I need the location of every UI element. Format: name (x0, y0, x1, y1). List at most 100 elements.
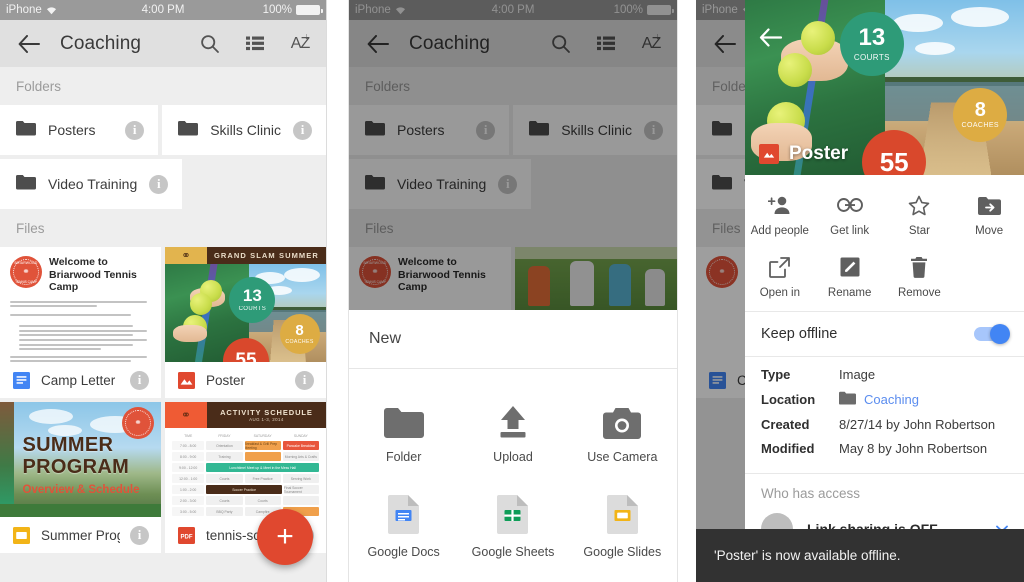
file-name: Summer Progr… (41, 527, 120, 543)
schedule-cell: Soccer Practice (206, 485, 282, 494)
google-sheets-icon (497, 492, 529, 534)
file-thumbnail: ⚭ ACTIVITY SCHEDULE AUG 1-3, 2014 TIME F… (165, 402, 326, 517)
camera-icon (603, 397, 642, 439)
keep-offline-toggle[interactable] (974, 324, 1010, 344)
keep-offline-label: Keep offline (761, 326, 838, 342)
metadata-key: Location (761, 392, 816, 407)
folder-icon (383, 397, 424, 439)
battery-percent-label: 100% (262, 4, 292, 16)
new-fab-button[interactable]: + (257, 509, 313, 565)
schedule-cell: Orientation (206, 441, 243, 450)
info-button[interactable]: i (293, 120, 312, 140)
three-panel-screenshot: iPhone 4:00 PM 100% Coaching AZ ↓ Folder… (0, 0, 1024, 582)
schedule-row: 9:00 - 12:00 Lunchtime! Meet up & Meet i… (172, 463, 319, 472)
schedule-time: 7:00 - 8:00 (172, 441, 205, 450)
badge-number: 8 (295, 321, 304, 339)
metadata-key: Modified (761, 441, 815, 456)
new-sheet-grid: Folder Upload Use Camera Google Docs Goo… (349, 369, 677, 582)
link-icon (836, 193, 863, 217)
folder-row: Video Training i (0, 159, 326, 209)
new-item-google-sheets[interactable]: Google Sheets (458, 478, 567, 573)
svg-text:PDF: PDF (181, 534, 193, 540)
schedule-time: 3:00 - 5:00 (172, 507, 205, 516)
info-button[interactable]: i (149, 174, 169, 194)
poster-banner-text: GRAND SLAM SUMMER (206, 247, 326, 264)
metadata-key: Type (761, 367, 791, 382)
schedule-cell: Morning Arts & Crafts (282, 452, 319, 461)
schedule-cell (282, 496, 319, 505)
sort-az-icon[interactable]: AZ ↓ (288, 31, 312, 56)
schedule-cell: Free Practice (244, 474, 281, 483)
detail-file-title: Poster (789, 143, 849, 164)
info-button[interactable]: i (130, 525, 149, 545)
action-move[interactable]: Move (954, 183, 1024, 245)
schedule-subtitle: AUG 1-3, 2014 (249, 417, 284, 422)
folder-name: Posters (48, 122, 96, 138)
schedule-time: 2:00 - 3:00 (172, 496, 205, 505)
action-remove[interactable]: Remove (885, 245, 955, 307)
new-item-upload[interactable]: Upload (458, 383, 567, 478)
schedule-row: 8:00 - 9:00 Training Morning Arts & Craf… (172, 452, 319, 461)
schedule-cell: Breakfast & Grill Prep Meeting (244, 441, 281, 450)
folder-item-video-training[interactable]: Video Training i (0, 159, 183, 209)
schedule-col-header: FRIDAY (218, 433, 231, 438)
doc-title: Welcome to Briarwood Tennis Camp (49, 256, 137, 293)
metadata-value: May 8 by John Robertson (839, 441, 988, 456)
info-button[interactable]: i (130, 370, 149, 390)
schedule-time: 8:00 - 9:00 (172, 452, 205, 461)
action-open-in[interactable]: Open in (745, 245, 815, 307)
upload-icon (496, 397, 530, 439)
schedule-row: 12:00 - 1:00 Courts Free Practice Servin… (172, 474, 319, 483)
battery-icon (296, 5, 323, 15)
schedule-time: 12:00 - 1:00 (172, 474, 205, 483)
folder-name: Video Training (48, 176, 138, 192)
folder-item-posters[interactable]: Posters i (0, 105, 159, 155)
action-add-people[interactable]: Add people (745, 183, 815, 245)
file-card-camp-letter[interactable]: BRIARWOOD ⚭ TENNIS CAMP Welcome to Briar… (0, 247, 161, 398)
file-card-poster[interactable]: ⚭ GRAND SLAM SUMMER 13 COURTS 8 COACHES … (165, 247, 326, 398)
folder-row: Posters i Skills Clinic i (0, 105, 326, 155)
metadata-value-wrap[interactable]: Coaching (839, 391, 919, 408)
poster-badge-courts: 13 COURTS (839, 12, 904, 77)
file-card-summer-program[interactable]: ⚭ SUMMER PROGRAM Overview & Schedule Sum… (0, 402, 161, 553)
schedule-time: 9:00 - 12:00 (172, 463, 205, 472)
schedule-cell: Courts (206, 496, 243, 505)
file-footer: Poster i (165, 362, 326, 398)
back-button[interactable] (14, 29, 44, 59)
action-rename[interactable]: Rename (815, 245, 885, 307)
summer-subtitle: Overview & Schedule (22, 483, 140, 496)
schedule-title: ACTIVITY SCHEDULE (220, 408, 313, 417)
new-item-google-docs[interactable]: Google Docs (349, 478, 458, 573)
new-item-folder[interactable]: Folder (349, 383, 458, 478)
trash-icon (910, 255, 928, 279)
list-view-icon[interactable] (243, 32, 267, 56)
schedule-cell: Serving Work (282, 474, 319, 483)
snackbar: 'Poster' is now available offline. (696, 529, 1024, 582)
new-item-use-camera[interactable]: Use Camera (568, 383, 677, 478)
poster-badge-coaches: 8 COACHES (953, 87, 1008, 142)
camp-seal-icon: BRIARWOOD ⚭ TENNIS CAMP (10, 256, 42, 288)
search-icon[interactable] (198, 32, 222, 56)
schedule-col-header: TIME (184, 433, 193, 438)
open-in-new-icon (769, 255, 791, 279)
location-link[interactable]: Coaching (864, 392, 919, 407)
schedule-cell: Training (206, 452, 243, 461)
metadata-row-type: Type Image (761, 367, 1008, 382)
folder-item-skills-clinic[interactable]: Skills Clinic i (162, 105, 326, 155)
file-name: Poster (206, 372, 246, 388)
new-item-google-slides[interactable]: Google Slides (568, 478, 677, 573)
panel-new-sheet: iPhone 4:00 PM 100% Coaching AZ ↓ Folder… (348, 0, 678, 582)
who-has-access-label: Who has access (761, 486, 861, 501)
keep-offline-row[interactable]: Keep offline (745, 312, 1024, 356)
info-button[interactable]: i (125, 120, 145, 140)
new-bottom-sheet: New Folder Upload Use Camera Google Docs… (349, 310, 677, 582)
star-outline-icon (908, 193, 930, 217)
detail-back-button[interactable] (759, 28, 783, 52)
action-label: Add people (750, 225, 809, 237)
action-star[interactable]: Star (885, 183, 955, 245)
badge-label: COURTS (853, 53, 890, 63)
metadata-value: 8/27/14 by John Robertson (839, 417, 996, 432)
info-button[interactable]: i (295, 370, 314, 390)
action-get-link[interactable]: Get link (815, 183, 885, 245)
rename-pencil-icon (840, 255, 860, 279)
